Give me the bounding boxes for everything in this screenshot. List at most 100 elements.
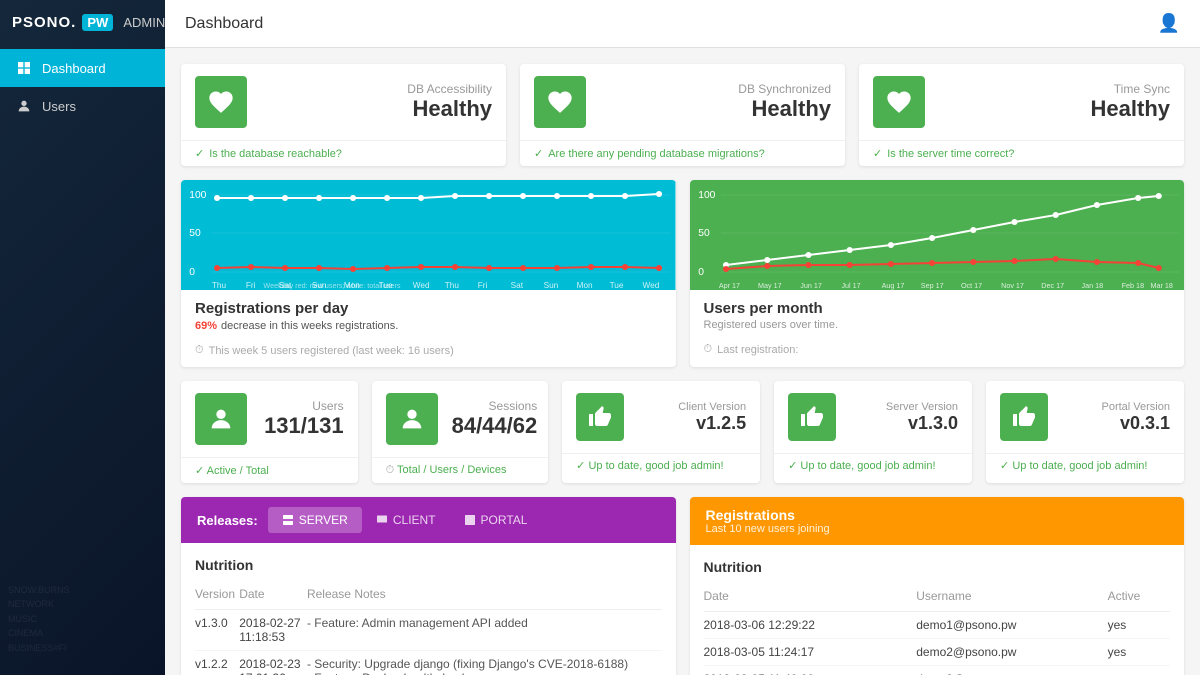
registrations-section: Registrations Last 10 new users joining … (690, 497, 1185, 675)
main-content: Dashboard 👤 DB Accessibility Healthy ✓ (165, 0, 1200, 675)
clock-icon: ⏱ (195, 344, 204, 357)
reg-username-2: demo2@psono.pw (916, 639, 1107, 666)
check-icon-2: ✓ (534, 147, 543, 160)
release-date-1: 2018-02-27 11:18:53 (239, 610, 307, 651)
version-value-portal: v0.3.1 (1062, 413, 1170, 434)
sidebar-item-dashboard[interactable]: Dashboard (0, 49, 165, 87)
chart-registrations-info: Registrations per day 69% decrease in th… (181, 290, 676, 340)
heart-icon-db-sync (546, 88, 574, 116)
reg-active-3: ... (1108, 666, 1170, 675)
stats-versions-row: Users 131/131 ✓ Active / Total (181, 381, 1184, 483)
svg-text:Mon: Mon (577, 281, 593, 290)
svg-text:Nov 17: Nov 17 (1001, 282, 1024, 290)
chart-registrations: 100 50 0 (181, 180, 676, 367)
releases-tab-portal[interactable]: PORTAL (450, 507, 542, 533)
chart-registrations-title: Registrations per day (195, 300, 662, 317)
version-label-portal: Portal Version (1062, 401, 1170, 413)
registrations-table: Date Username Active 2018-03-06 12:29:22… (704, 585, 1171, 675)
chart-users-month-info: Users per month Registered users over ti… (690, 290, 1185, 339)
releases-tab-client[interactable]: CLIENT (362, 507, 450, 533)
chart-registrations-svg: 100 50 0 (181, 180, 676, 290)
svg-text:Tue: Tue (610, 281, 624, 290)
user-icon[interactable]: 👤 (1158, 13, 1180, 34)
chart-users-month-area: 100 50 0 (690, 180, 1185, 290)
release-notes-1: - Feature: Admin management API added (307, 610, 662, 651)
stat-cards: Users 131/131 ✓ Active / Total (181, 381, 548, 483)
stat-icon-sessions (386, 393, 438, 445)
page-title: Dashboard (185, 15, 263, 33)
releases-product-title: Nutrition (195, 557, 662, 573)
release-date-2: 2018-02-23 17:01:30 (239, 651, 307, 675)
svg-text:50: 50 (698, 228, 710, 239)
health-icon-db-sync (534, 76, 586, 128)
reg-col-username: Username (916, 585, 1107, 612)
svg-text:Oct 17: Oct 17 (960, 282, 981, 290)
chart-users-month-title: Users per month (704, 300, 1171, 317)
svg-text:Sat: Sat (511, 281, 524, 290)
health-icon-time-sync (873, 76, 925, 128)
thumbsup-icon-portal (1012, 405, 1036, 429)
server-tab-icon (282, 514, 294, 526)
health-footer-db-access: ✓ Is the database reachable? (181, 140, 506, 166)
check-icon: ✓ (195, 147, 204, 160)
sidebar-bg-decoration: SNOW.BURNSNETWORKMUSICCINEMABUSINESS#FI (0, 583, 165, 655)
svg-text:Weekday red: new users; white:: Weekday red: new users; white: total use… (263, 282, 401, 290)
stat-footer-users: ✓ Active / Total (181, 457, 358, 483)
stat-text: decrease in this weeks registrations. (221, 320, 398, 332)
check-icon-server: ✓ (788, 460, 797, 472)
thumbsup-icon-client (588, 405, 612, 429)
sidebar-item-users[interactable]: Users (0, 87, 165, 125)
releases-section: Releases: SERVER CLIENT (181, 497, 676, 675)
stat-label-sessions: Sessions (452, 399, 538, 413)
stat-value-users: 131/131 (261, 413, 344, 439)
topbar: Dashboard 👤 (165, 0, 1200, 48)
release-notes-2: - Security: Upgrade django (fixing Djang… (307, 651, 662, 675)
registrations-body: Nutrition Date Username Active (690, 545, 1185, 675)
svg-text:Fri: Fri (478, 281, 488, 290)
check-icon-client: ✓ (576, 460, 585, 472)
svg-text:Thu: Thu (212, 281, 226, 290)
health-card-db-access: DB Accessibility Healthy ✓ Is the databa… (181, 64, 506, 166)
releases-card: Releases: SERVER CLIENT (181, 497, 676, 675)
svg-text:Fri: Fri (246, 281, 256, 290)
person-icon-users (207, 405, 235, 433)
version-card-client: Client Version v1.2.5 ✓ Up to date, good… (562, 381, 760, 483)
stat-card-users: Users 131/131 ✓ Active / Total (181, 381, 358, 483)
heart-icon-db-access (207, 88, 235, 116)
bottom-row: Releases: SERVER CLIENT (181, 497, 1184, 675)
chart-users-month-subtitle: Registered users over time. (704, 319, 1171, 331)
svg-text:Wed: Wed (643, 281, 660, 290)
logo-pw: PW (82, 14, 113, 31)
sidebar-users-label: Users (42, 99, 76, 114)
sidebar-dashboard-label: Dashboard (42, 61, 106, 76)
table-row: v1.2.2 2018-02-23 17:01:30 - Security: U… (195, 651, 662, 675)
releases-tab-server[interactable]: SERVER (268, 507, 362, 533)
release-version-2: v1.2.2 (195, 651, 239, 675)
svg-text:Sun: Sun (544, 281, 559, 290)
heart-icon-time-sync (885, 88, 913, 116)
logo-admin: ADMIN (123, 15, 165, 30)
sidebar: PSONO.PW ADMIN Dashboard Users SNOW.BURN… (0, 0, 165, 675)
stat-label-users: Users (261, 399, 344, 413)
svg-text:May 17: May 17 (757, 282, 781, 290)
registrations-product-title: Nutrition (704, 559, 1171, 575)
releases-col-date: Date (239, 583, 307, 610)
version-cards: Client Version v1.2.5 ✓ Up to date, good… (562, 381, 1184, 483)
svg-text:0: 0 (698, 267, 704, 278)
content-area: DB Accessibility Healthy ✓ Is the databa… (165, 48, 1200, 675)
svg-text:Jul 17: Jul 17 (841, 282, 860, 290)
health-footer-time-sync: ✓ Is the server time correct? (859, 140, 1184, 166)
dashboard-icon (16, 60, 32, 76)
version-icon-server (788, 393, 836, 441)
svg-text:Thu: Thu (445, 281, 459, 290)
sidebar-nav: Dashboard Users (0, 49, 165, 125)
svg-text:Apr 17: Apr 17 (718, 282, 739, 290)
clock-icon-2: ⏱ (704, 343, 713, 356)
svg-text:Jan 18: Jan 18 (1081, 282, 1103, 290)
health-icon-db-access (195, 76, 247, 128)
svg-text:Dec 17: Dec 17 (1041, 282, 1064, 290)
chart-users-month: 100 50 0 (690, 180, 1185, 367)
releases-tabs: SERVER CLIENT PORTAL (268, 507, 542, 533)
chart-users-month-footer: ⏱ Last registration: (690, 339, 1185, 366)
version-footer-server: ✓ Up to date, good job admin! (774, 453, 972, 477)
